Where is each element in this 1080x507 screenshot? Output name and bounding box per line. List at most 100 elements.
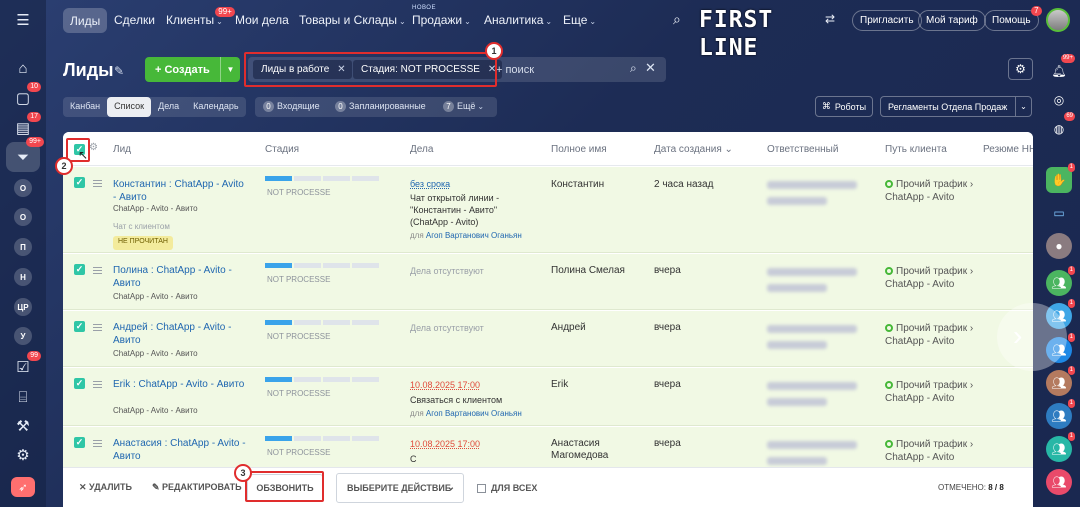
nav-clients[interactable]: Клиенты ⌄ 99+ — [166, 7, 235, 27]
row-checkbox[interactable]: ✓ — [74, 264, 85, 275]
scroll-right-arrow-icon[interactable]: › — [997, 303, 1067, 371]
bell-icon[interactable]: 🔔︎ 99+ — [1046, 54, 1075, 84]
clear-icon[interactable]: ✕ — [645, 60, 656, 76]
row-checkbox[interactable]: ✓ — [74, 378, 85, 389]
deal-text[interactable]: Чат открытой линии - "Константин - Авито… — [410, 192, 535, 228]
row-checkbox[interactable]: ✓ — [74, 321, 85, 332]
client-path[interactable]: Прочий трафик › ChatApp - Avito — [885, 265, 975, 291]
stage-bar[interactable] — [265, 263, 381, 268]
search-icon[interactable]: ⌕ — [673, 11, 681, 28]
client-path[interactable]: Прочий трафик › ChatApp - Avito — [885, 178, 975, 204]
help-button[interactable]: Помощь 7 — [984, 6, 1042, 31]
store-icon[interactable]: ⌸ — [9, 386, 37, 408]
automation-icon[interactable]: ⚒ — [9, 415, 37, 437]
search-icon[interactable]: ⌕ — [630, 61, 637, 76]
rocket-icon[interactable]: ➶ — [11, 477, 35, 497]
drag-handle-icon[interactable] — [93, 440, 102, 447]
avatar[interactable] — [1046, 8, 1070, 32]
nav-analytics[interactable]: Аналитика ⌄ — [484, 13, 552, 27]
deal-deadline[interactable]: 10.08.2025 17:00 — [410, 380, 480, 390]
search-input[interactable] — [496, 62, 616, 78]
counter-planned[interactable]: 0 Запланированные — [335, 101, 426, 112]
client-path[interactable]: Прочий трафик › ChatApp - Avito — [885, 438, 975, 464]
group-cr[interactable]: ЦР — [14, 298, 32, 316]
nav-sales[interactable]: НОВОЕ Продажи ⌄ — [412, 5, 471, 27]
group-chat-icon[interactable]: 👥︎ 1 — [1046, 366, 1075, 396]
column-created[interactable]: Дата создания ⌄ — [654, 144, 733, 155]
group-chat-icon[interactable]: 👥︎ 1 — [1046, 432, 1075, 462]
crm-funnel-icon[interactable]: ⏷ 99+ — [6, 137, 44, 172]
table-row[interactable]: ✓ Полина : ChatApp - Avito - Авито ChatA… — [63, 254, 1033, 310]
stage-bar[interactable] — [265, 176, 381, 181]
gear-icon[interactable]: ⚙ — [1008, 58, 1033, 80]
spiral-icon[interactable]: ◎ — [1046, 87, 1072, 113]
group-chat-icon[interactable]: 👥︎ 1 — [1046, 266, 1075, 296]
for-all-checkbox[interactable] — [477, 484, 486, 493]
group-chat-icon[interactable]: 👥︎ 1 — [1046, 399, 1075, 429]
gear-icon[interactable]: ⚙ — [89, 142, 98, 153]
support-icon[interactable]: ◍ 69 — [1046, 112, 1075, 142]
deal-responsible-name[interactable]: Агоп Вартанович Оганьян — [426, 409, 522, 418]
column-fullname[interactable]: Полное имя — [551, 144, 607, 155]
deal-text[interactable]: Связаться с клиентом — [410, 394, 535, 406]
switch-icon[interactable]: ⇄ — [825, 12, 835, 26]
nav-my-tasks[interactable]: Мои дела — [235, 13, 289, 27]
drag-handle-icon[interactable] — [93, 267, 102, 274]
group-u[interactable]: У — [14, 327, 32, 345]
chat-icon[interactable]: ▢ 10 — [9, 82, 41, 109]
table-row[interactable]: ✓ Erik : ChatApp - Avito - Авито ChatApp… — [63, 368, 1033, 426]
column-activities[interactable]: Дела — [410, 144, 433, 155]
robots-button[interactable]: ⌘ Роботы — [815, 96, 873, 117]
group-chat-icon[interactable]: 👥︎ — [1046, 469, 1072, 495]
deal-deadline[interactable]: без срока — [410, 179, 450, 189]
group-o-2[interactable]: О — [14, 208, 32, 226]
chevron-down-icon[interactable]: ▼ — [220, 57, 240, 82]
client-path[interactable]: Прочий трафик › ChatApp - Avito — [885, 322, 975, 348]
row-checkbox[interactable]: ✓ — [74, 437, 85, 448]
column-stage[interactable]: Стадия — [265, 144, 299, 155]
tab-calendar[interactable]: Календарь — [186, 97, 245, 117]
tasks-icon[interactable]: ▤ 17 — [9, 112, 41, 139]
action-select[interactable]: ВЫБЕРИТЕ ДЕЙСТВИЕ ⌄ — [336, 473, 464, 503]
settings-icon[interactable]: ⚙ — [9, 444, 37, 466]
invite-button[interactable]: Пригласить — [852, 10, 922, 31]
nav-leads[interactable]: Лиды — [63, 8, 108, 33]
stage-bar[interactable] — [265, 320, 381, 325]
monitor-icon[interactable]: ▭ — [1046, 200, 1072, 226]
counter-more[interactable]: 7 Ещё ⌄ — [443, 101, 484, 112]
group-p[interactable]: П — [14, 238, 32, 256]
nav-goods[interactable]: Товары и Склады ⌄ — [299, 13, 406, 27]
column-lead[interactable]: Лид — [113, 144, 131, 155]
deal-text[interactable]: С — [410, 453, 535, 465]
tab-kanban[interactable]: Канбан — [63, 97, 107, 117]
row-checkbox[interactable]: ✓ — [74, 177, 85, 188]
stage-bar[interactable] — [265, 377, 381, 382]
group-o-1[interactable]: О — [14, 179, 32, 197]
table-row[interactable]: ✓ Андрей : ChatApp - Avito - Авито ChatA… — [63, 311, 1033, 367]
column-responsible[interactable]: Ответственный — [767, 144, 838, 155]
chevron-down-icon[interactable]: ⌄ — [1015, 97, 1031, 116]
nav-deals[interactable]: Сделки — [114, 13, 155, 27]
nav-more[interactable]: Еще ⌄ — [563, 13, 596, 27]
client-path[interactable]: Прочий трафик › ChatApp - Avito — [885, 379, 975, 405]
column-path[interactable]: Путь клиента — [885, 144, 947, 155]
tariff-button[interactable]: Мой тариф — [918, 10, 986, 31]
table-row[interactable]: ✓ Константин : ChatApp - Avito - Авито C… — [63, 167, 1033, 253]
todo-icon[interactable]: ☑ 99 — [9, 351, 41, 378]
lead-link[interactable]: Erik : ChatApp - Avito - Авито — [113, 378, 248, 391]
lead-link[interactable]: Константин : ChatApp - Avito - Авито — [113, 178, 248, 204]
drag-handle-icon[interactable] — [93, 180, 102, 187]
pin-icon[interactable]: ✎ — [114, 64, 124, 78]
deal-responsible-name[interactable]: Агоп Вартанович Оганьян — [426, 231, 522, 240]
column-summary[interactable]: Резюме НН — [983, 144, 1033, 155]
stage-bar[interactable] — [265, 436, 381, 441]
lead-link[interactable]: Анастасия : ChatApp - Avito - Авито — [113, 437, 248, 463]
delete-button[interactable]: ✕ УДАЛИТЬ — [79, 482, 132, 493]
reglament-button[interactable]: Регламенты Отдела Продаж ⌄ — [880, 96, 1032, 117]
edit-button[interactable]: ✎ РЕДАКТИРОВАТЬ — [152, 482, 242, 493]
handshake-icon[interactable]: ✋ 1 — [1046, 163, 1075, 193]
create-button[interactable]: + Создать ▼ — [145, 57, 240, 82]
avatar-icon[interactable]: ● — [1046, 233, 1072, 259]
counter-incoming[interactable]: 0 Входящие — [263, 101, 320, 112]
lead-link[interactable]: Полина : ChatApp - Avito - Авито — [113, 264, 248, 290]
